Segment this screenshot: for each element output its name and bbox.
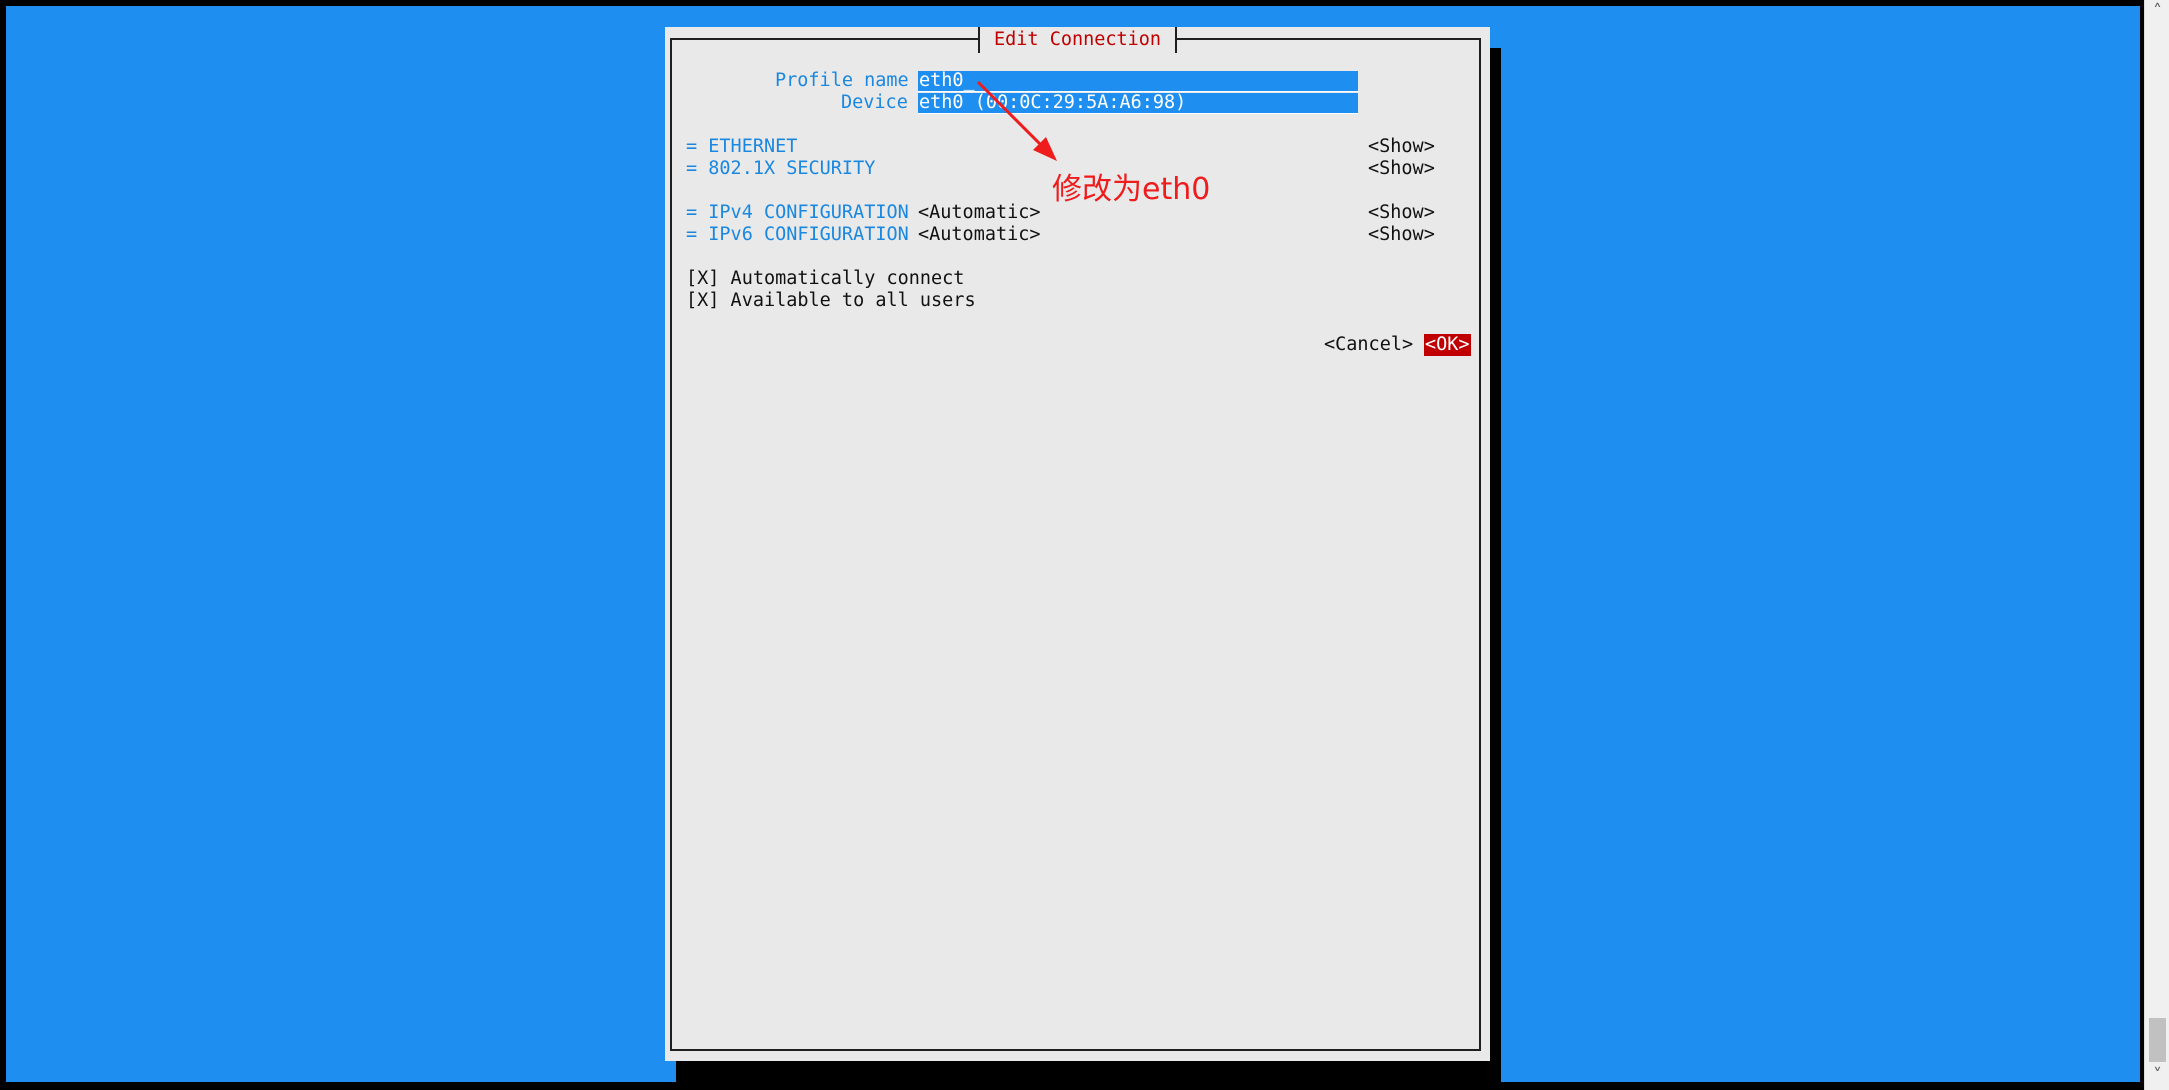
ethernet-show-button[interactable]: <Show> [1368, 136, 1435, 158]
ipv4-show-button[interactable]: <Show> [1368, 202, 1435, 224]
profile-name-label: Profile name [775, 70, 909, 91]
ipv6-mode-dropdown[interactable]: <Automatic> [918, 224, 1041, 246]
section-ethernet-label: = ETHERNET [686, 136, 798, 157]
cancel-button[interactable]: <Cancel> [1324, 334, 1413, 356]
scroll-up-icon[interactable]: ˄ [2145, 0, 2169, 24]
section-8021x-security-label: = 802.1X SECURITY [686, 158, 876, 179]
scrollbar[interactable]: ˄ ˅ [2144, 0, 2169, 1090]
annotation-text: 修改为eth0 [1052, 172, 1211, 207]
ok-button[interactable]: <OK> [1424, 334, 1471, 356]
scroll-down-icon[interactable]: ˅ [2145, 1064, 2169, 1088]
all-users-checkbox[interactable]: [X] Available to all users [686, 290, 976, 312]
section-ipv4-label: = IPv4 CONFIGURATION [686, 202, 909, 223]
device-input[interactable]: eth0 (00:0C:29:5A:A6:98) [918, 93, 1358, 114]
ipv6-show-button[interactable]: <Show> [1368, 224, 1435, 246]
scrollbar-thumb[interactable] [2149, 1018, 2166, 1062]
section-ipv6-label: = IPv6 CONFIGURATION [686, 224, 909, 245]
screen: ˄ ˅ Edit Connection Profile name eth0_ D… [0, 0, 2169, 1090]
profile-name-input[interactable]: eth0_ [918, 71, 1358, 92]
security-show-button[interactable]: <Show> [1368, 158, 1435, 180]
dialog-title: Edit Connection [978, 27, 1178, 53]
auto-connect-checkbox[interactable]: [X] Automatically connect [686, 268, 964, 290]
device-label: Device [841, 92, 908, 113]
ipv4-mode-dropdown[interactable]: <Automatic> [918, 202, 1041, 224]
